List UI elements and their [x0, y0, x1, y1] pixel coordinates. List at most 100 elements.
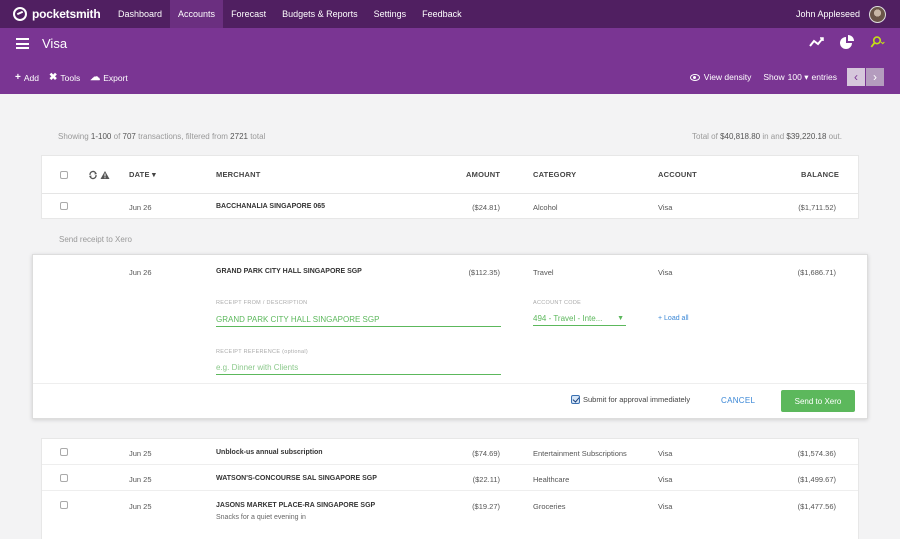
xero-date: Jun 26 — [129, 268, 152, 277]
chevron-right-icon: › — [873, 70, 877, 84]
view-density-button[interactable]: View density — [689, 72, 752, 82]
row-merchant: BACCHANALIA SINGAPORE 065 — [216, 203, 326, 210]
trend-line-icon[interactable] — [808, 34, 826, 50]
xero-balance: ($1,686.71) — [797, 268, 836, 277]
row-merchant: JASONS MARKET PLACE-RA SINGAPORE SGP — [216, 502, 376, 509]
entries-label: entries — [811, 71, 837, 82]
pagination: ‹ › — [847, 68, 884, 86]
header-icons — [808, 34, 886, 50]
sort-desc-icon: ▾ — [151, 170, 156, 179]
add-label: Add — [23, 72, 39, 83]
table-header: DATE ▾ MERCHANT AMOUNT CATEGORY ACCOUNT … — [42, 156, 858, 194]
table-row[interactable]: Jun 25 Unblock-us annual subscription ($… — [42, 439, 858, 465]
menu-icon[interactable] — [16, 38, 29, 49]
view-density-label: View density — [703, 72, 752, 82]
receipt-from-label: RECEIPT FROM / DESCRIPTION — [216, 300, 308, 306]
entries-select[interactable]: 100 ▾ — [788, 72, 809, 83]
caret-down-icon: ▼ — [617, 315, 624, 322]
row-checkbox[interactable] — [60, 202, 68, 210]
col-date[interactable]: DATE ▾ — [129, 170, 156, 179]
account-code-value: 494 - Travel - Inte... — [533, 314, 603, 323]
row-date: Jun 25 — [129, 449, 152, 458]
avatar[interactable] — [869, 5, 886, 23]
account-header: Visa + Add ✖ Tools ☁ Export View density Sh… — [0, 28, 900, 94]
user-name: John Appleseed — [795, 9, 860, 19]
col-amount[interactable]: AMOUNT — [466, 170, 500, 179]
nav-items: Dashboard Accounts Forecast Budgets & Re… — [110, 0, 470, 28]
submit-for-approval[interactable]: Submit for approval immediately — [571, 395, 690, 404]
col-account[interactable]: ACCOUNT — [658, 170, 697, 179]
row-amount: ($24.81) — [472, 203, 500, 212]
row-category[interactable]: Groceries — [533, 502, 566, 511]
showing-text: Showing 1-100 of 707 transactions, filte… — [58, 132, 266, 141]
export-button[interactable]: ☁ Export — [90, 72, 128, 83]
row-category[interactable]: Healthcare — [533, 475, 569, 484]
table-row[interactable]: Jun 25 WATSON'S-CONCOURSE SAL SINGAPORE … — [42, 465, 858, 491]
show-entries: Show 100 ▾ entries — [763, 72, 837, 83]
row-date: Jun 25 — [129, 475, 152, 484]
submit-approval-label: Submit for approval immediately — [583, 395, 691, 404]
row-category[interactable]: Entertainment Subscriptions — [533, 449, 627, 458]
nav-dashboard[interactable]: Dashboard — [110, 0, 170, 28]
total-count: 2721 — [230, 132, 248, 141]
row-note: Snacks for a quiet evening in — [216, 514, 306, 521]
totals-text: Total of $40,818.80 in and $39,220.18 ou… — [692, 132, 842, 141]
receipt-from-input[interactable]: GRAND PARK CITY HALL SINGAPORE SGP — [216, 313, 501, 327]
show-label: Show — [763, 71, 785, 82]
row-merchant: WATSON'S-CONCOURSE SAL SINGAPORE SGP — [216, 475, 377, 482]
xero-account: Visa — [658, 268, 673, 277]
row-checkbox[interactable] — [60, 474, 68, 482]
xero-category: Travel — [533, 268, 554, 277]
account-code-label: ACCOUNT CODE — [533, 300, 582, 306]
app-name: pocketsmith — [32, 7, 101, 21]
nav-budgets-reports[interactable]: Budgets & Reports — [274, 0, 366, 28]
row-checkbox[interactable] — [60, 448, 68, 456]
nav-settings[interactable]: Settings — [366, 0, 415, 28]
send-to-xero-button[interactable]: Send to Xero — [781, 390, 855, 412]
table-row[interactable]: Jun 26 BACCHANALIA SINGAPORE 065 ($24.81… — [42, 194, 858, 220]
transactions-table-top: DATE ▾ MERCHANT AMOUNT CATEGORY ACCOUNT … — [41, 155, 859, 219]
select-all-checkbox[interactable] — [60, 171, 68, 179]
next-page-button[interactable]: › — [866, 68, 884, 86]
row-amount: ($74.69) — [472, 449, 500, 458]
row-merchant: Unblock-us annual subscription — [216, 449, 323, 456]
load-all-link[interactable]: + Load all — [658, 315, 689, 322]
panel-divider — [33, 383, 867, 384]
sync-icon[interactable] — [88, 170, 98, 180]
tools-icon: ✖ — [48, 72, 58, 83]
row-amount: ($22.11) — [472, 475, 500, 484]
chevron-left-icon: ‹ — [854, 70, 858, 84]
table-row[interactable]: Jun 25 JASONS MARKET PLACE-RA SINGAPORE … — [42, 491, 858, 531]
add-button[interactable]: + Add — [15, 72, 39, 83]
nav-accounts[interactable]: Accounts — [170, 0, 224, 28]
search-icon[interactable] — [868, 34, 886, 50]
cancel-button[interactable]: CANCEL — [721, 396, 755, 405]
col-merchant[interactable]: MERCHANT — [216, 170, 261, 179]
row-date: Jun 25 — [129, 502, 152, 511]
nav-forecast[interactable]: Forecast — [223, 0, 274, 28]
user-menu[interactable]: John Appleseed — [796, 0, 886, 28]
pie-chart-icon[interactable] — [838, 34, 856, 50]
app-logo[interactable]: pocketsmith — [0, 0, 110, 28]
col-balance[interactable]: BALANCE — [801, 170, 839, 179]
receipt-reference-input[interactable]: e.g. Dinner with Clients — [216, 361, 501, 375]
row-account: Visa — [658, 475, 673, 484]
row-account: Visa — [658, 502, 673, 511]
account-code-select[interactable]: 494 - Travel - Inte... ▼ — [533, 312, 626, 326]
row-category[interactable]: Alcohol — [533, 203, 558, 212]
nav-feedback[interactable]: Feedback — [414, 0, 470, 28]
xero-merchant: GRAND PARK CITY HALL SINGAPORE SGP — [216, 268, 362, 275]
warning-icon[interactable] — [100, 170, 110, 180]
col-category[interactable]: CATEGORY — [533, 170, 576, 179]
export-label: Export — [103, 72, 128, 83]
table-options: View density Show 100 ▾ entries ‹ › — [689, 68, 884, 86]
previous-page-button[interactable]: ‹ — [847, 68, 865, 86]
chevron-down-icon: ▾ — [804, 71, 809, 82]
cloud-download-icon: ☁ — [90, 72, 101, 83]
entries-value: 100 — [787, 71, 802, 82]
row-balance: ($1,711.52) — [798, 203, 836, 212]
row-checkbox[interactable] — [60, 501, 68, 509]
row-balance: ($1,477.56) — [797, 502, 836, 511]
submit-approval-checkbox[interactable] — [571, 395, 580, 404]
tools-button[interactable]: ✖ Tools — [49, 72, 80, 83]
